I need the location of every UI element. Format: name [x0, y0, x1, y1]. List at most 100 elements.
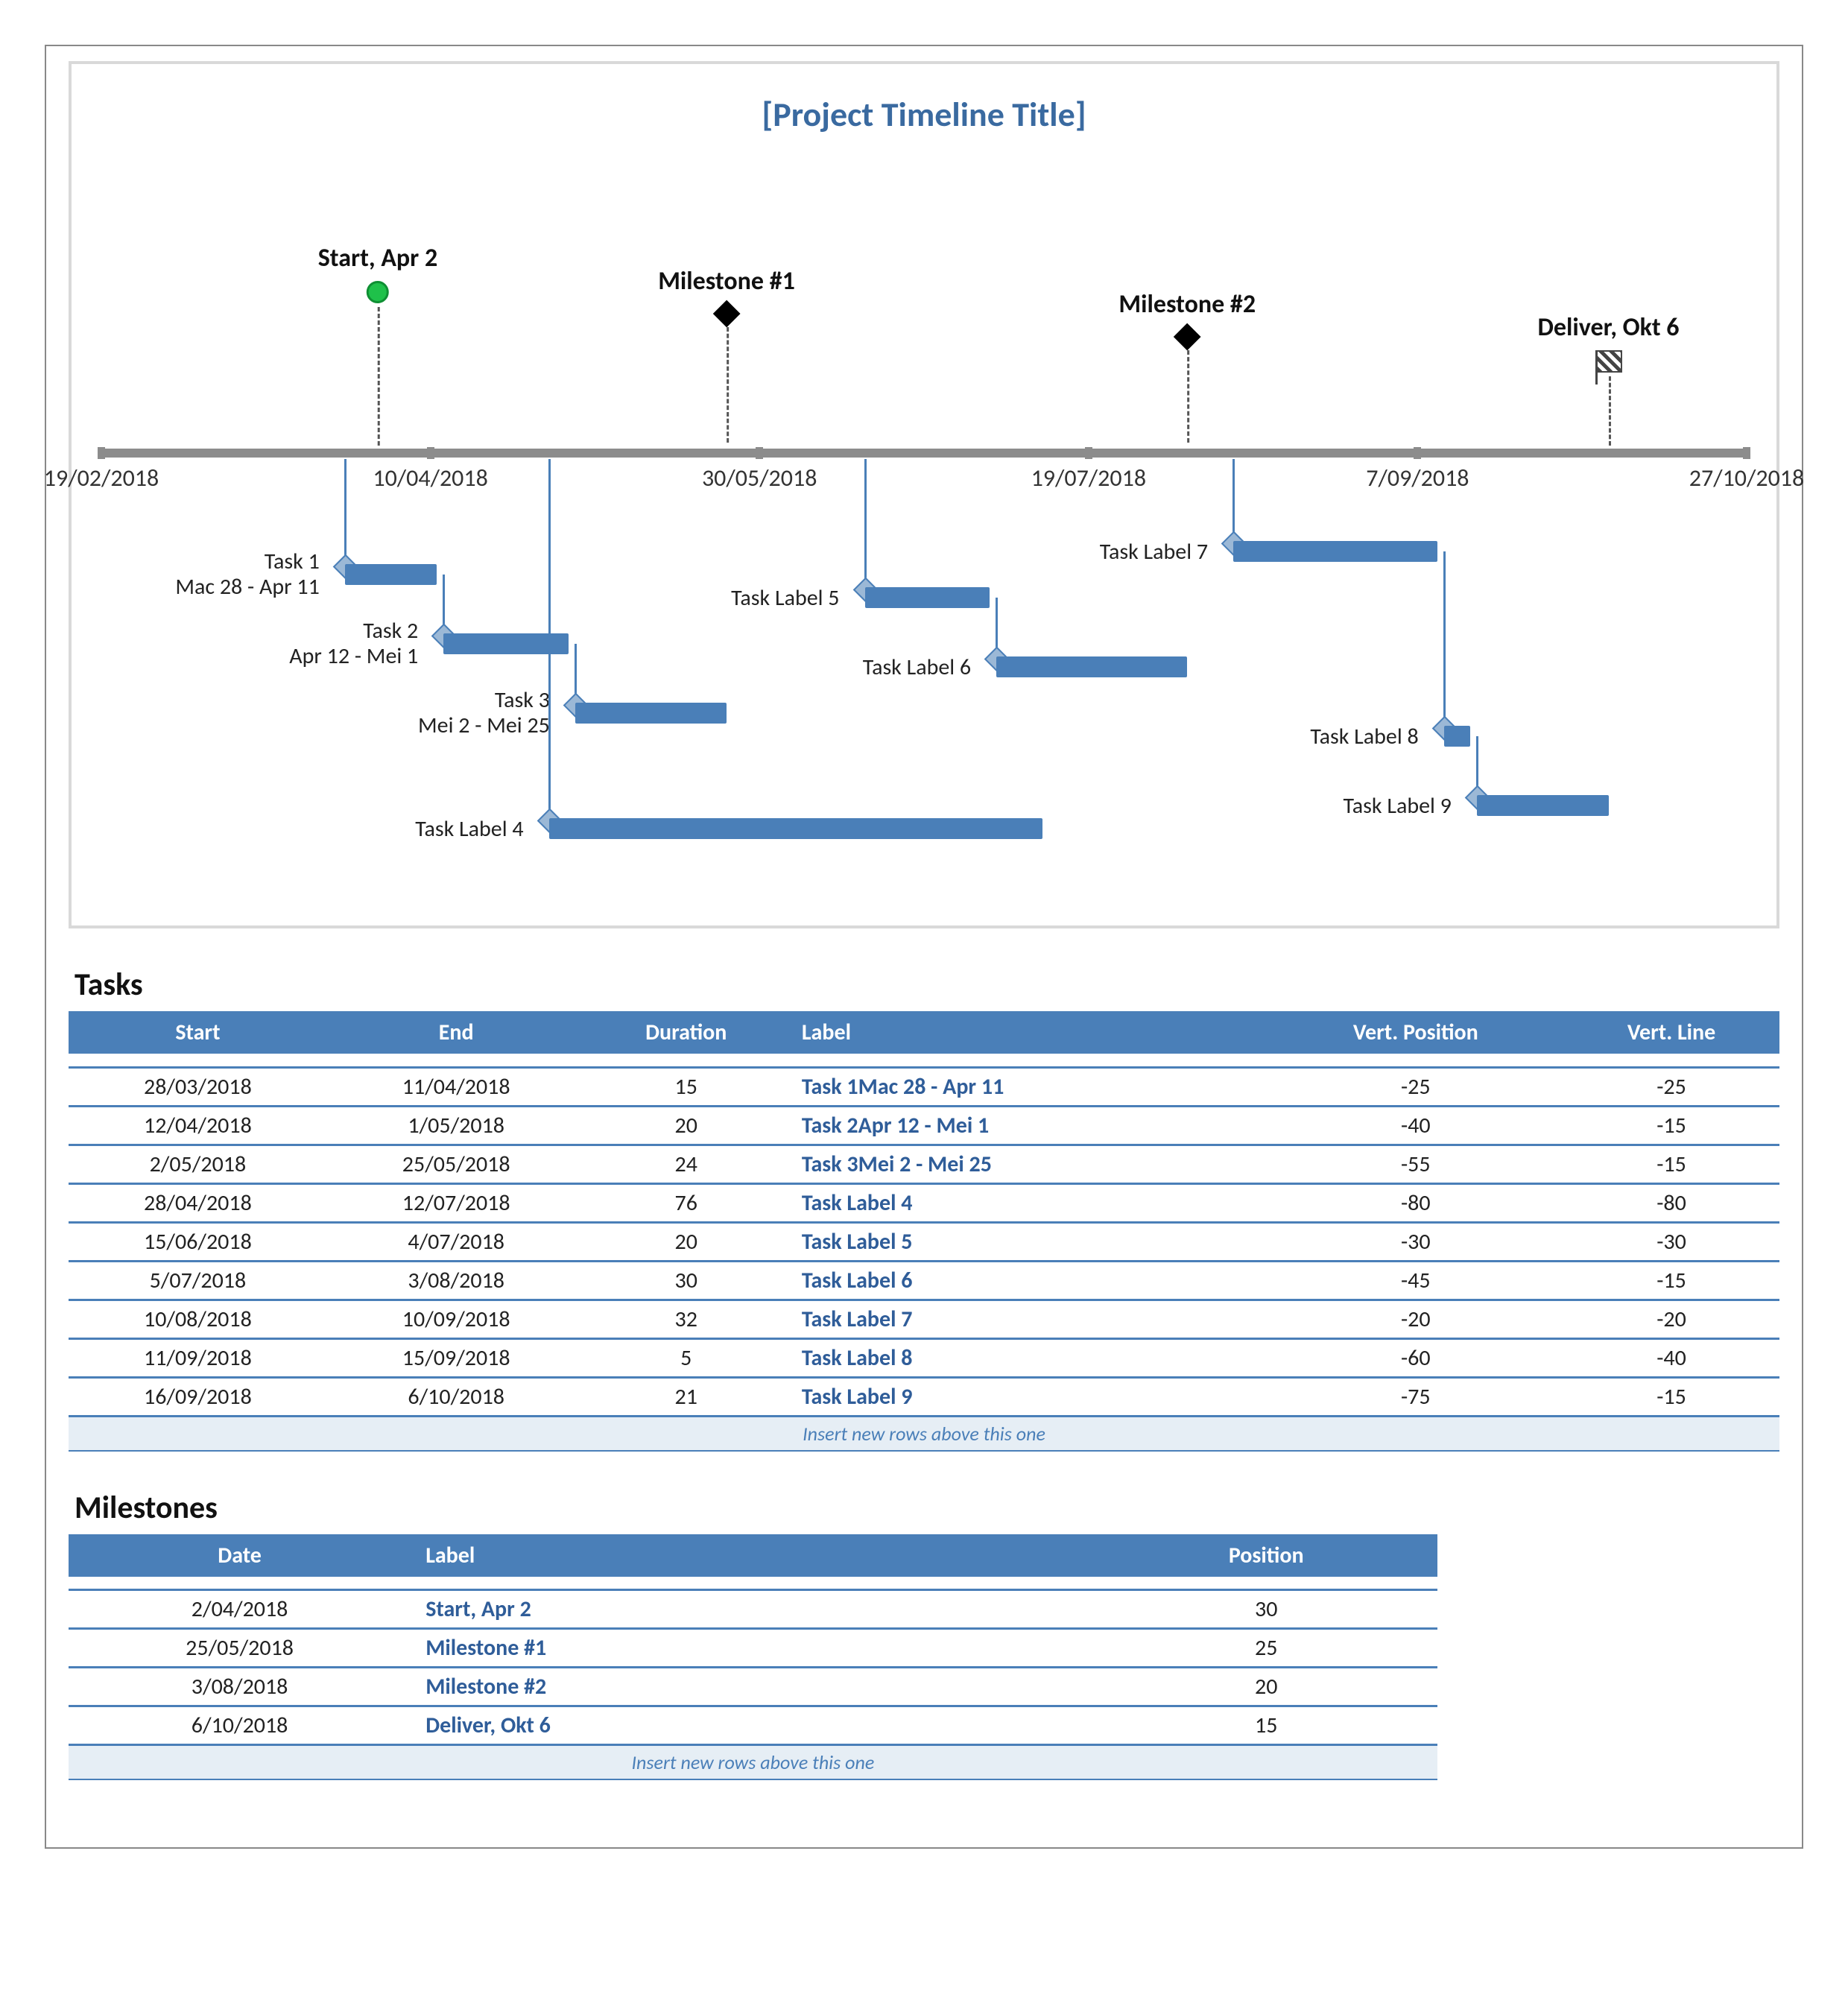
- table-row[interactable]: 2/04/2018Start, Apr 230: [69, 1590, 1437, 1629]
- cell-label[interactable]: Task 1Mac 28 - Apr 11: [787, 1067, 1268, 1106]
- cell-vpos[interactable]: -55: [1268, 1145, 1564, 1183]
- table-row[interactable]: 12/04/20181/05/201820Task 2Apr 12 - Mei …: [69, 1106, 1779, 1145]
- axis-tick-label: 19/07/2018: [1031, 463, 1146, 493]
- cell-end[interactable]: 3/08/2018: [327, 1261, 586, 1300]
- tasks-header-vline: Vert. Line: [1563, 1011, 1779, 1054]
- cell-duration[interactable]: 76: [586, 1183, 787, 1222]
- cell-vline[interactable]: -15: [1563, 1106, 1779, 1145]
- cell-label[interactable]: Task Label 9: [787, 1377, 1268, 1416]
- table-row[interactable]: 28/04/201812/07/201876Task Label 4-80-80: [69, 1183, 1779, 1222]
- task-connector: [548, 459, 551, 829]
- cell-end[interactable]: 11/04/2018: [327, 1067, 586, 1106]
- cell-vpos[interactable]: -75: [1268, 1377, 1564, 1416]
- table-row[interactable]: 25/05/2018Milestone #125: [69, 1629, 1437, 1668]
- tasks-header-end: End: [327, 1011, 586, 1054]
- cell-label[interactable]: Task Label 7: [787, 1300, 1268, 1338]
- cell-vpos[interactable]: -80: [1268, 1183, 1564, 1222]
- cell-start[interactable]: 11/09/2018: [69, 1338, 327, 1377]
- task-label: Task Label 9: [1344, 794, 1452, 819]
- start-circle-icon: [367, 281, 389, 303]
- cell-vpos[interactable]: -60: [1268, 1338, 1564, 1377]
- task-bar: [549, 818, 1042, 839]
- task-bar: [1233, 541, 1437, 562]
- cell-start[interactable]: 15/06/2018: [69, 1222, 327, 1261]
- cell-duration[interactable]: 24: [586, 1145, 787, 1183]
- flag-icon: [1595, 350, 1622, 373]
- cell-vline[interactable]: -40: [1563, 1338, 1779, 1377]
- cell-start[interactable]: 16/09/2018: [69, 1377, 327, 1416]
- cell-label[interactable]: Task 3Mei 2 - Mei 25: [787, 1145, 1268, 1183]
- task-label: Task 2Apr 12 - Mei 1: [289, 618, 418, 669]
- cell-end[interactable]: 15/09/2018: [327, 1338, 586, 1377]
- axis-tick-label: 19/02/2018: [44, 463, 159, 493]
- cell-end[interactable]: 10/09/2018: [327, 1300, 586, 1338]
- milestones-header-label: Label: [411, 1534, 1095, 1577]
- cell-duration[interactable]: 15: [586, 1067, 787, 1106]
- cell-duration[interactable]: 20: [586, 1106, 787, 1145]
- axis-tick: [1414, 447, 1421, 459]
- cell-duration[interactable]: 32: [586, 1300, 787, 1338]
- cell-vpos[interactable]: -25: [1268, 1067, 1564, 1106]
- cell-position[interactable]: 30: [1095, 1590, 1437, 1629]
- cell-end[interactable]: 1/05/2018: [327, 1106, 586, 1145]
- cell-vpos[interactable]: -20: [1268, 1300, 1564, 1338]
- task-bar: [996, 656, 1187, 677]
- table-row[interactable]: 3/08/2018Milestone #220: [69, 1668, 1437, 1706]
- cell-end[interactable]: 25/05/2018: [327, 1145, 586, 1183]
- cell-vline[interactable]: -80: [1563, 1183, 1779, 1222]
- table-row[interactable]: 10/08/201810/09/201832Task Label 7-20-20: [69, 1300, 1779, 1338]
- table-row[interactable]: 5/07/20183/08/201830Task Label 6-45-15: [69, 1261, 1779, 1300]
- table-row[interactable]: 15/06/20184/07/201820Task Label 5-30-30: [69, 1222, 1779, 1261]
- table-row[interactable]: 2/05/201825/05/201824Task 3Mei 2 - Mei 2…: [69, 1145, 1779, 1183]
- cell-position[interactable]: 25: [1095, 1629, 1437, 1668]
- cell-position[interactable]: 20: [1095, 1668, 1437, 1706]
- cell-label[interactable]: Milestone #2: [411, 1668, 1095, 1706]
- task-label: Task 1Mac 28 - Apr 11: [175, 549, 319, 600]
- cell-vline[interactable]: -20: [1563, 1300, 1779, 1338]
- cell-label[interactable]: Task Label 6: [787, 1261, 1268, 1300]
- table-row[interactable]: 11/09/201815/09/20185Task Label 8-60-40: [69, 1338, 1779, 1377]
- cell-label[interactable]: Milestone #1: [411, 1629, 1095, 1668]
- axis-tick: [98, 447, 105, 459]
- cell-vline[interactable]: -15: [1563, 1145, 1779, 1183]
- table-row[interactable]: 28/03/201811/04/201815Task 1Mac 28 - Apr…: [69, 1067, 1779, 1106]
- cell-start[interactable]: 28/04/2018: [69, 1183, 327, 1222]
- cell-label[interactable]: Start, Apr 2: [411, 1590, 1095, 1629]
- cell-vpos[interactable]: -30: [1268, 1222, 1564, 1261]
- cell-vline[interactable]: -15: [1563, 1261, 1779, 1300]
- page-container: [Project Timeline Title] 19/02/201810/04…: [45, 45, 1803, 1849]
- milestone: Deliver, Okt 6: [1537, 312, 1679, 376]
- cell-label[interactable]: Task Label 5: [787, 1222, 1268, 1261]
- cell-duration[interactable]: 30: [586, 1261, 787, 1300]
- table-row[interactable]: 16/09/20186/10/201821Task Label 9-75-15: [69, 1377, 1779, 1416]
- cell-duration[interactable]: 21: [586, 1377, 787, 1416]
- cell-label[interactable]: Deliver, Okt 6: [411, 1706, 1095, 1745]
- cell-label[interactable]: Task 2Apr 12 - Mei 1: [787, 1106, 1268, 1145]
- cell-start[interactable]: 5/07/2018: [69, 1261, 327, 1300]
- cell-vline[interactable]: -25: [1563, 1067, 1779, 1106]
- axis-tick: [756, 447, 763, 459]
- cell-date[interactable]: 6/10/2018: [69, 1706, 411, 1745]
- cell-date[interactable]: 25/05/2018: [69, 1629, 411, 1668]
- cell-end[interactable]: 12/07/2018: [327, 1183, 586, 1222]
- cell-start[interactable]: 12/04/2018: [69, 1106, 327, 1145]
- axis-tick: [1743, 447, 1750, 459]
- cell-vline[interactable]: -15: [1563, 1377, 1779, 1416]
- cell-vline[interactable]: -30: [1563, 1222, 1779, 1261]
- cell-date[interactable]: 3/08/2018: [69, 1668, 411, 1706]
- cell-start[interactable]: 10/08/2018: [69, 1300, 327, 1338]
- cell-end[interactable]: 4/07/2018: [327, 1222, 586, 1261]
- cell-duration[interactable]: 20: [586, 1222, 787, 1261]
- cell-vpos[interactable]: -40: [1268, 1106, 1564, 1145]
- cell-duration[interactable]: 5: [586, 1338, 787, 1377]
- axis-tick: [1085, 447, 1092, 459]
- cell-end[interactable]: 6/10/2018: [327, 1377, 586, 1416]
- cell-label[interactable]: Task Label 8: [787, 1338, 1268, 1377]
- table-row[interactable]: 6/10/2018Deliver, Okt 615: [69, 1706, 1437, 1745]
- cell-start[interactable]: 28/03/2018: [69, 1067, 327, 1106]
- cell-start[interactable]: 2/05/2018: [69, 1145, 327, 1183]
- cell-vpos[interactable]: -45: [1268, 1261, 1564, 1300]
- cell-label[interactable]: Task Label 4: [787, 1183, 1268, 1222]
- cell-date[interactable]: 2/04/2018: [69, 1590, 411, 1629]
- cell-position[interactable]: 15: [1095, 1706, 1437, 1745]
